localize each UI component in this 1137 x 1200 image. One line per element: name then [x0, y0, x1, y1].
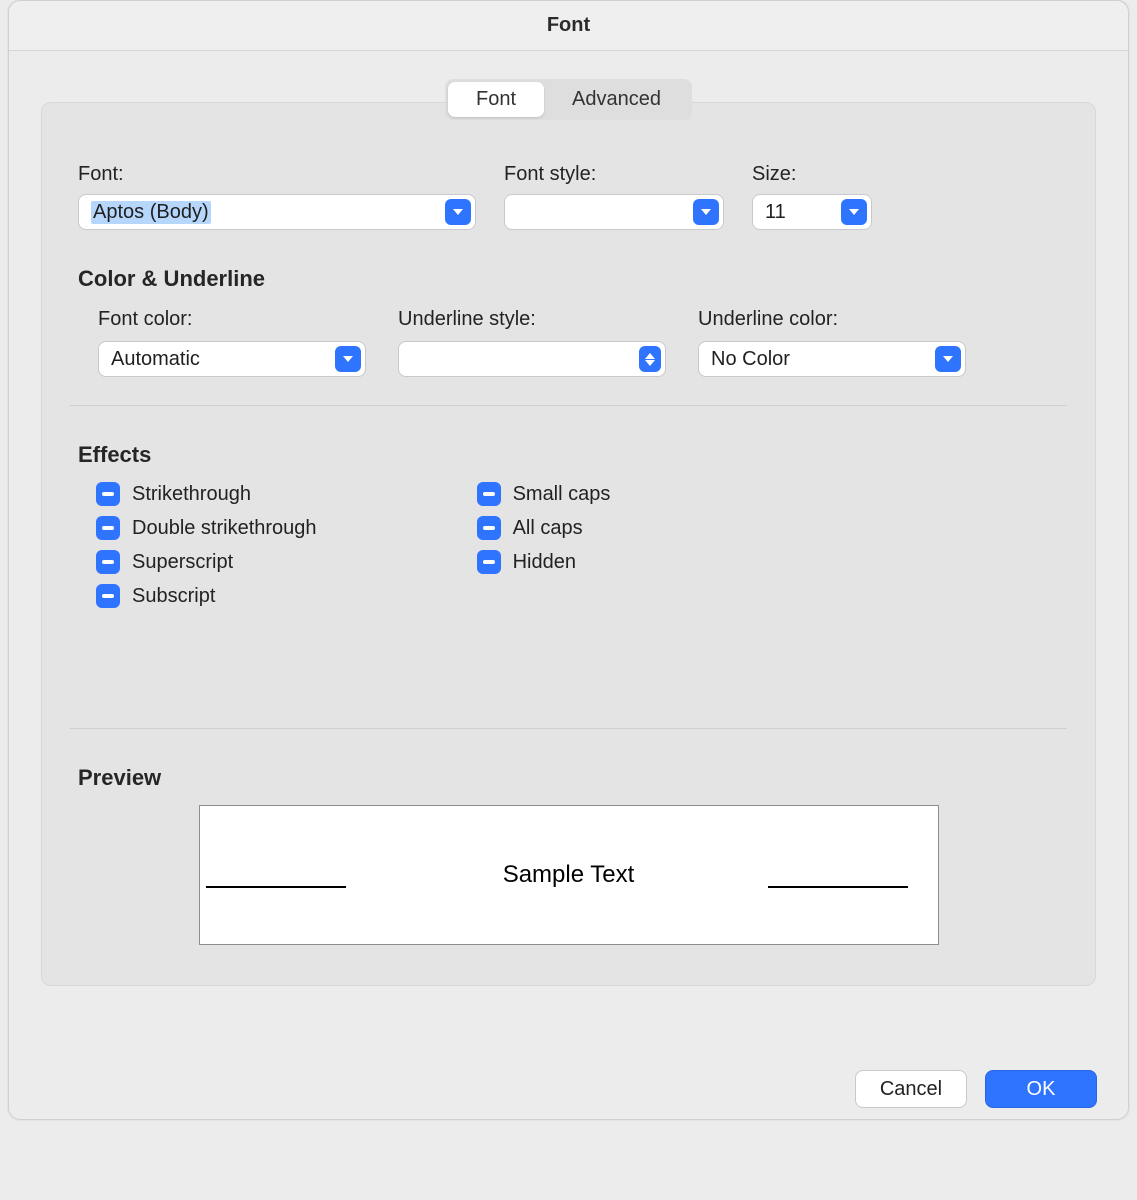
chevron-down-icon[interactable]	[841, 199, 867, 225]
preview-rule-left	[206, 886, 346, 888]
checkbox-superscript[interactable]: Superscript	[96, 550, 317, 574]
checkbox-double-strikethrough[interactable]: Double strikethrough	[96, 516, 317, 540]
mixed-state-icon	[477, 550, 501, 574]
label-font: Font:	[78, 163, 476, 186]
mixed-state-icon	[96, 516, 120, 540]
label-underline-color: Underline color:	[698, 308, 978, 331]
divider	[70, 728, 1067, 729]
effect-label: Hidden	[513, 551, 576, 574]
checkbox-small-caps[interactable]: Small caps	[477, 482, 611, 506]
effect-label: Superscript	[132, 551, 233, 574]
section-preview: Preview	[78, 765, 1059, 791]
titlebar: Font	[9, 1, 1128, 51]
size-value: 11	[765, 201, 786, 224]
section-color-underline: Color & Underline	[78, 266, 1059, 292]
preview-box: Sample Text	[199, 805, 939, 945]
dialog-title: Font	[547, 14, 590, 37]
divider	[70, 405, 1067, 406]
cancel-button[interactable]: Cancel	[855, 1070, 967, 1108]
chevron-down-icon[interactable]	[335, 346, 361, 372]
chevron-down-icon[interactable]	[445, 199, 471, 225]
font-combobox[interactable]: Aptos (Body)	[78, 194, 476, 230]
checkbox-hidden[interactable]: Hidden	[477, 550, 611, 574]
segmented-control: Font Advanced	[445, 79, 692, 120]
mixed-state-icon	[96, 482, 120, 506]
chevron-down-icon[interactable]	[935, 346, 961, 372]
font-dialog: Font Font Advanced Font: Aptos (Body) Fo…	[8, 0, 1129, 1120]
underline-style-select[interactable]	[398, 341, 666, 377]
dialog-button-bar: Cancel OK	[855, 1070, 1097, 1108]
effects-grid: Strikethrough Double strikethrough Super…	[96, 482, 1059, 608]
font-color-select[interactable]: Automatic	[98, 341, 366, 377]
ok-button[interactable]: OK	[985, 1070, 1097, 1108]
font-color-value: Automatic	[111, 348, 200, 371]
preview-rule-right	[768, 886, 908, 888]
label-underline-style: Underline style:	[398, 308, 678, 331]
mixed-state-icon	[96, 550, 120, 574]
chevron-down-icon[interactable]	[693, 199, 719, 225]
font-value: Aptos (Body)	[91, 201, 211, 224]
underline-color-value: No Color	[711, 348, 790, 371]
checkbox-all-caps[interactable]: All caps	[477, 516, 611, 540]
checkbox-subscript[interactable]: Subscript	[96, 584, 317, 608]
effect-label: Subscript	[132, 585, 215, 608]
label-font-style: Font style:	[504, 163, 724, 186]
underline-color-select[interactable]: No Color	[698, 341, 966, 377]
section-effects: Effects	[78, 442, 1059, 468]
label-font-color: Font color:	[98, 308, 378, 331]
effect-label: Strikethrough	[132, 483, 251, 506]
font-pane: Font: Aptos (Body) Font style:	[41, 102, 1096, 986]
effect-label: All caps	[513, 517, 583, 540]
checkbox-strikethrough[interactable]: Strikethrough	[96, 482, 317, 506]
effect-label: Small caps	[513, 483, 611, 506]
mixed-state-icon	[477, 482, 501, 506]
font-style-combobox[interactable]	[504, 194, 724, 230]
label-size: Size:	[752, 163, 872, 186]
tab-advanced[interactable]: Advanced	[544, 82, 689, 117]
stepper-icon[interactable]	[639, 346, 661, 372]
size-combobox[interactable]: 11	[752, 194, 872, 230]
mixed-state-icon	[477, 516, 501, 540]
effect-label: Double strikethrough	[132, 517, 317, 540]
mixed-state-icon	[96, 584, 120, 608]
tab-font[interactable]: Font	[448, 82, 544, 117]
preview-text: Sample Text	[503, 861, 635, 889]
